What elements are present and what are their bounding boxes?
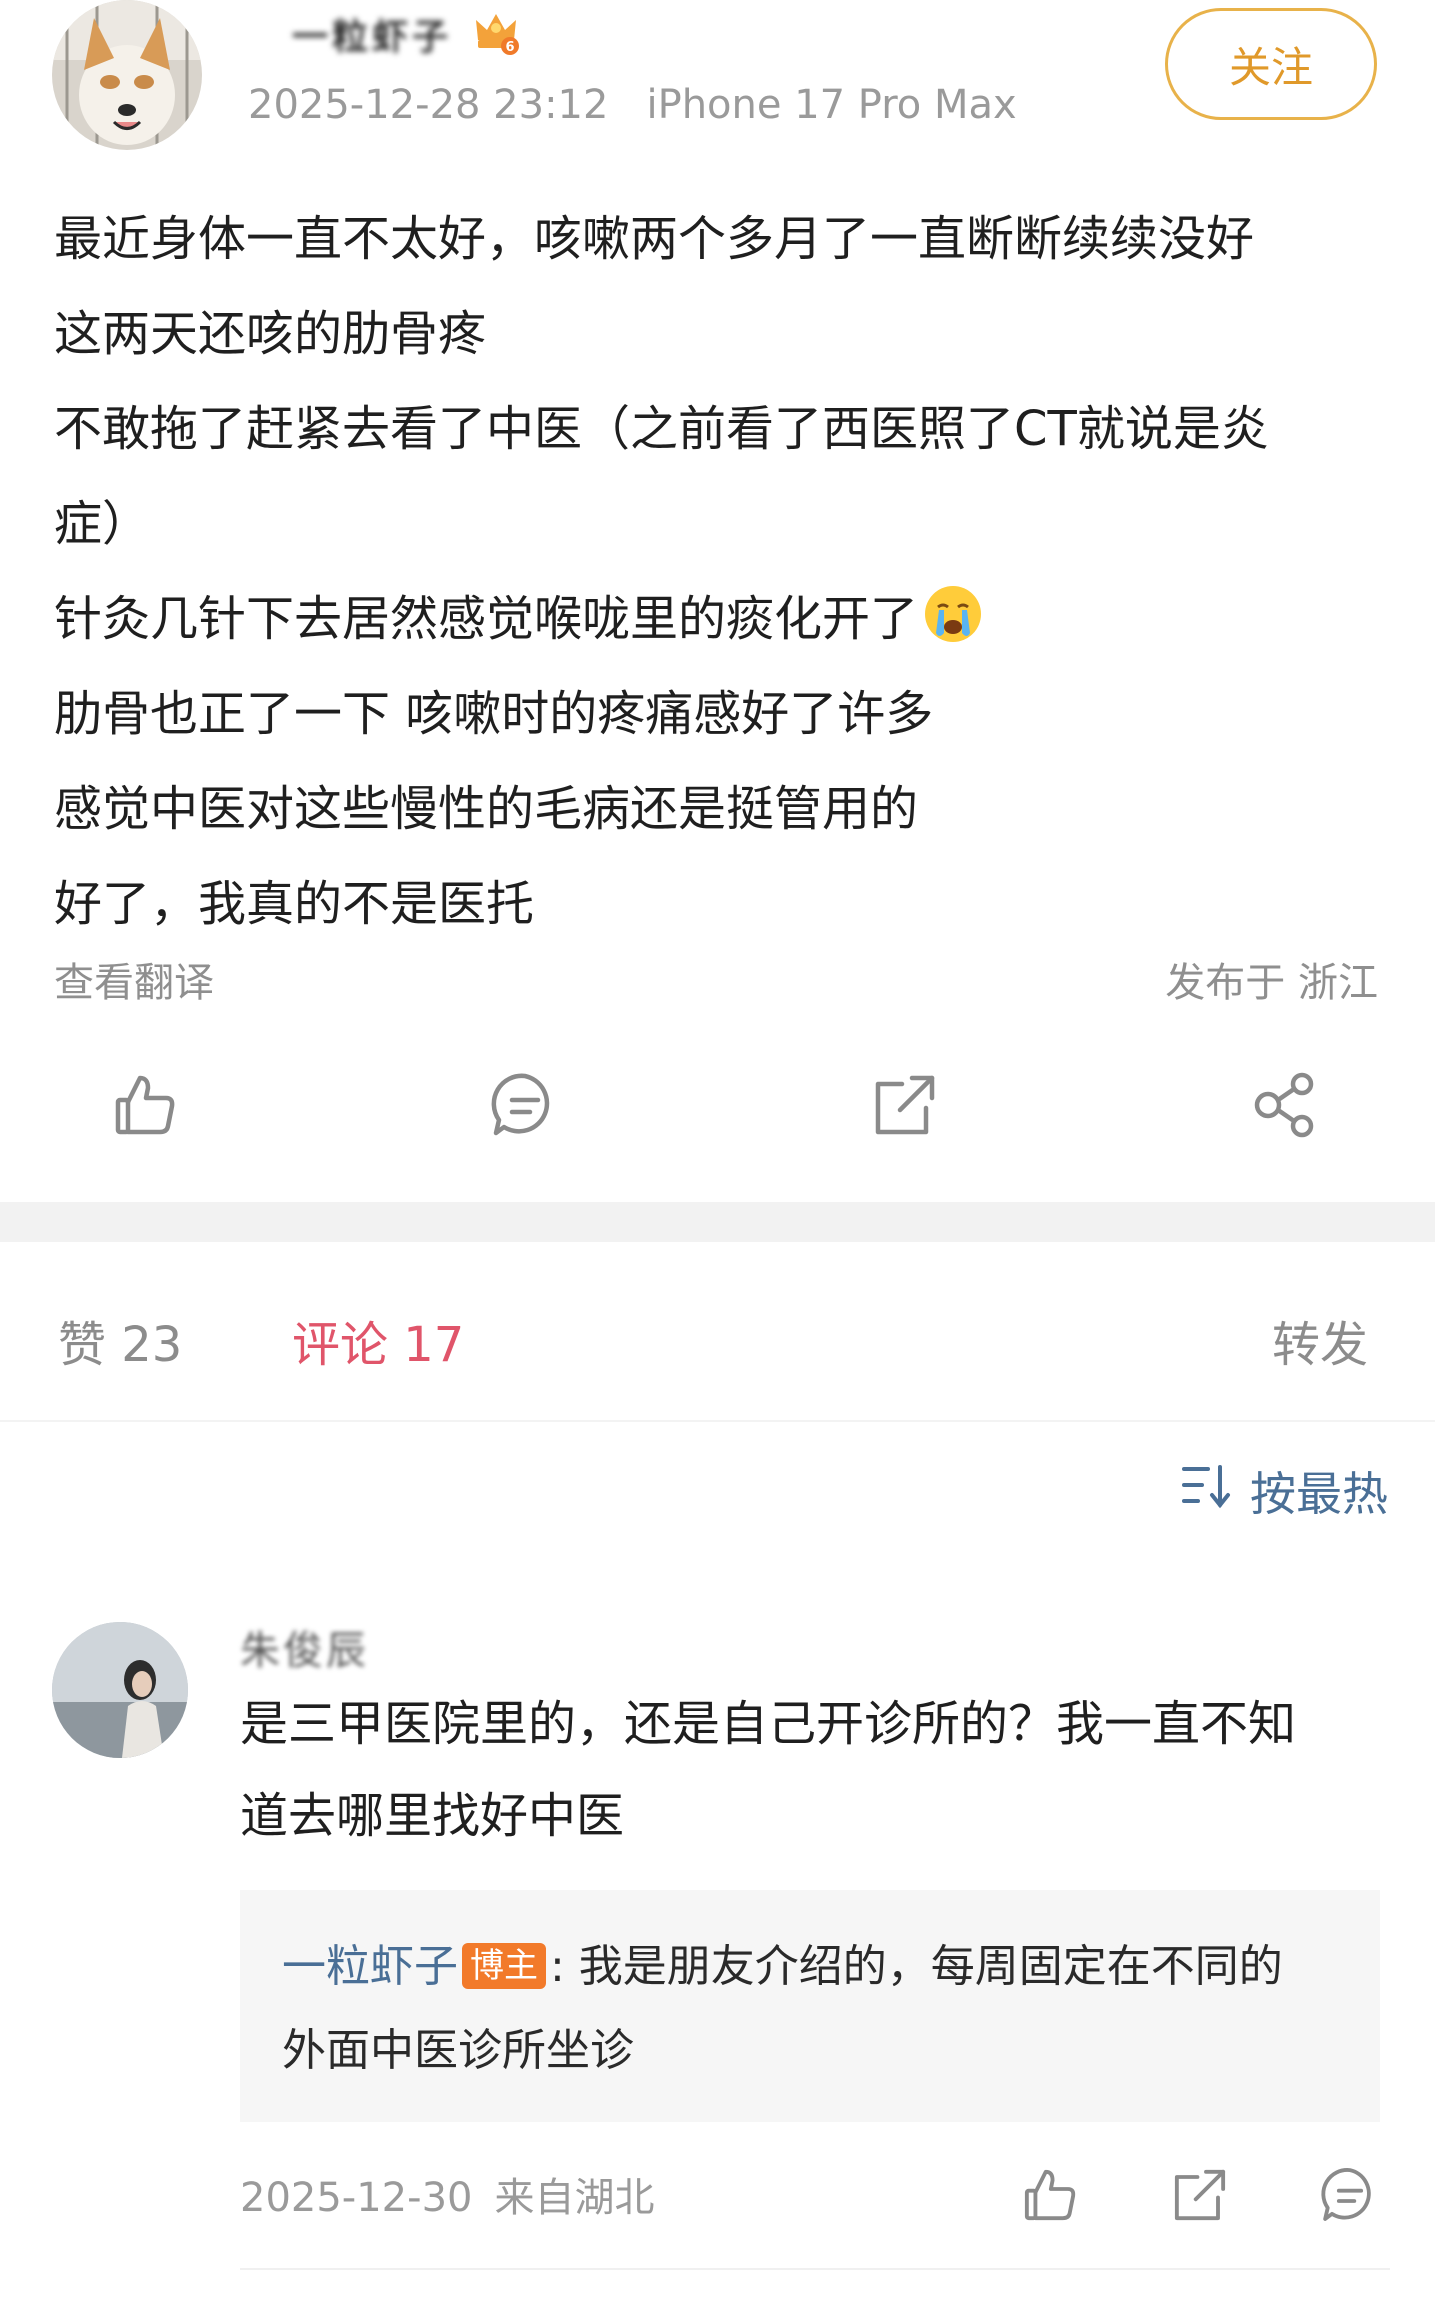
tab-likes[interactable]: 赞 23 bbox=[58, 1305, 182, 1375]
tab-comments[interactable]: 评论 17 bbox=[292, 1305, 464, 1375]
sort-dropdown[interactable]: 按最热 bbox=[1180, 1458, 1388, 1524]
comment-meta: 2025-12-30 来自湖北 bbox=[240, 2165, 654, 2223]
comment-reply-icon[interactable] bbox=[1320, 2165, 1380, 2225]
sort-label: 按最热 bbox=[1250, 1467, 1388, 1521]
tabs-divider bbox=[0, 1420, 1435, 1422]
comment-line: 是三甲医院里的，还是自己开诊所的？我一直不知 bbox=[240, 1696, 1297, 1752]
share-icon[interactable] bbox=[1250, 1070, 1320, 1140]
post-line: 肋骨也正了一下 咳嗽时的疼痛感好了许多 bbox=[54, 686, 934, 742]
sort-icon bbox=[1180, 1463, 1236, 1520]
post-line-with-emoji: 针灸几针下去居然感觉喉咙里的痰化开了 bbox=[54, 572, 1374, 667]
op-badge: 博主 bbox=[462, 1943, 546, 1989]
comment-like-icon[interactable] bbox=[1020, 2165, 1080, 2225]
reply-author[interactable]: 一粒虾子 bbox=[282, 1941, 458, 1992]
vip-crown-icon: 6 bbox=[470, 6, 522, 58]
reply-content: 一粒虾子 博主: 我是朋友介绍的，每周固定在不同的 外面中医诊所坐诊 bbox=[282, 1925, 1362, 2093]
comment-divider bbox=[240, 2268, 1390, 2270]
post-timestamp: 2025-12-28 23:12 bbox=[248, 82, 609, 128]
post-line: 感觉中医对这些慢性的毛病还是挺管用的 bbox=[54, 781, 919, 837]
section-divider bbox=[0, 1202, 1435, 1242]
post-line: 好了，我真的不是医托 bbox=[54, 876, 535, 932]
post-line: 最近身体一直不太好，咳嗽两个多月了一直断断续续没好 bbox=[54, 211, 1255, 267]
author-name[interactable]: 一粒虾子 bbox=[292, 8, 452, 60]
like-icon[interactable] bbox=[110, 1070, 180, 1140]
crying-face-emoji bbox=[922, 582, 984, 677]
post-line: 症） bbox=[54, 496, 151, 552]
comment-location: 来自湖北 bbox=[494, 2175, 655, 2221]
comment-icon[interactable] bbox=[490, 1070, 560, 1140]
reply-line: 外面中医诊所坐诊 bbox=[282, 2025, 634, 2076]
tab-reposts[interactable]: 转发 bbox=[1272, 1305, 1368, 1375]
post-device: iPhone 17 Pro Max bbox=[646, 82, 1017, 128]
post-meta: 2025-12-28 23:12 iPhone 17 Pro Max bbox=[248, 82, 1017, 128]
post-content: 最近身体一直不太好，咳嗽两个多月了一直断断续续没好 这两天还咳的肋骨疼 不敢拖了… bbox=[54, 192, 1374, 952]
comment-repost-icon[interactable] bbox=[1170, 2165, 1230, 2225]
comment-text: 是三甲医院里的，还是自己开诊所的？我一直不知 道去哪里找好中医 bbox=[240, 1678, 1390, 1862]
author-avatar[interactable] bbox=[52, 0, 202, 150]
reply-line: : 我是朋友介绍的，每周固定在不同的 bbox=[550, 1941, 1283, 1992]
svg-text:6: 6 bbox=[505, 40, 514, 55]
repost-icon[interactable] bbox=[870, 1070, 940, 1140]
translate-link[interactable]: 查看翻译 bbox=[54, 950, 214, 1008]
post-line: 这两天还咳的肋骨疼 bbox=[54, 306, 487, 362]
post-location: 发布于 浙江 bbox=[1165, 960, 1378, 1006]
commenter-name[interactable]: 朱俊辰 bbox=[240, 1618, 369, 1676]
follow-button[interactable]: 关注 bbox=[1165, 8, 1377, 120]
commenter-avatar[interactable] bbox=[52, 1622, 188, 1758]
post-line: 针灸几针下去居然感觉喉咙里的痰化开了 bbox=[54, 591, 919, 647]
post-line: 不敢拖了赶紧去看了中医（之前看了西医照了CT就说是炎 bbox=[54, 401, 1269, 457]
comment-date: 2025-12-30 bbox=[240, 2175, 473, 2221]
comment-line: 道去哪里找好中医 bbox=[240, 1788, 625, 1844]
